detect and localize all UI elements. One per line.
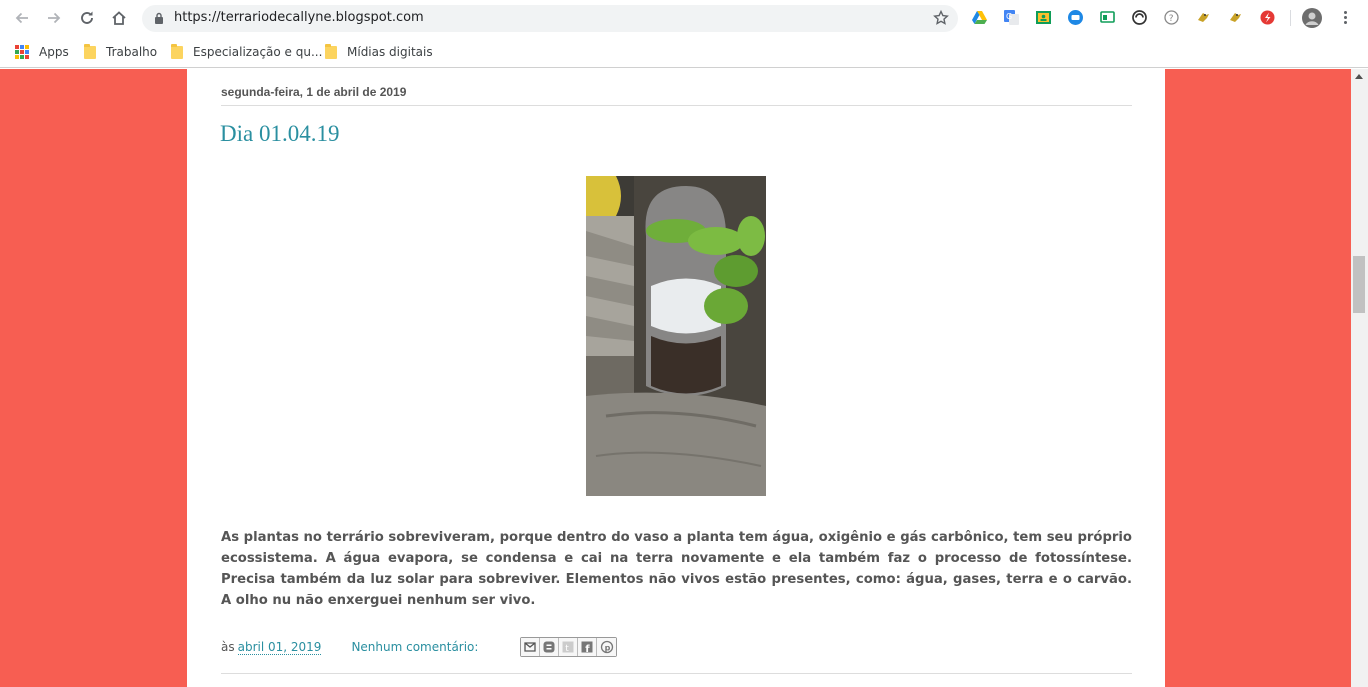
toolbar-separator	[1290, 10, 1291, 26]
svg-text:G: G	[1006, 12, 1012, 21]
browser-toolbar: https://terrariodecallyne.blogspot.com G…	[0, 0, 1368, 36]
post-body: As plantas no terrário sobreviveram, por…	[221, 530, 1132, 608]
blog-page: segunda-feira, 1 de abril de 2019 Dia 01…	[0, 69, 1351, 687]
bookmark-especializacao[interactable]: Especialização e qu...	[171, 43, 322, 61]
meet-extension-icon[interactable]	[1067, 9, 1084, 26]
post-timestamp-link[interactable]: abril 01, 2019	[237, 640, 322, 655]
bookmark-apps[interactable]: Apps	[15, 43, 69, 61]
lock-icon	[155, 12, 163, 24]
bookmark-trabalho[interactable]: Trabalho	[84, 43, 157, 61]
svg-text:f: f	[586, 644, 591, 654]
post-title[interactable]: Dia 01.04.19	[220, 121, 339, 147]
scroll-up-arrow-icon[interactable]	[1355, 74, 1363, 79]
bird-extension-icon[interactable]	[1195, 9, 1212, 26]
reload-icon[interactable]	[76, 7, 98, 29]
google-translate-icon[interactable]: G	[1003, 9, 1020, 26]
terrarium-photo-image	[586, 176, 766, 496]
divider	[221, 105, 1132, 106]
help-extension-icon[interactable]: ?	[1163, 9, 1180, 26]
divider	[221, 673, 1132, 674]
bookmark-midias-digitais[interactable]: Mídias digitais	[325, 43, 433, 61]
svg-text:p: p	[605, 644, 611, 653]
post-column: segunda-feira, 1 de abril de 2019 Dia 01…	[187, 69, 1165, 687]
post-footer: às abril 01, 2019 Nenhum comentário: t f…	[221, 637, 618, 657]
google-classroom-icon[interactable]	[1035, 9, 1052, 26]
address-bar[interactable]: https://terrariodecallyne.blogspot.com	[142, 5, 958, 32]
forward-icon[interactable]	[43, 7, 65, 29]
back-icon[interactable]	[11, 7, 33, 29]
folder-icon	[171, 43, 183, 59]
blogger-share-icon[interactable]	[540, 638, 560, 656]
bookmark-label: Apps	[39, 45, 69, 59]
svg-text:t: t	[566, 644, 570, 654]
bookmarks-bar: Apps Trabalho Especialização e qu... Míd…	[0, 36, 1368, 68]
bookmark-star-icon[interactable]	[932, 9, 950, 27]
timestamp-prefix: às	[221, 640, 235, 654]
facebook-share-icon[interactable]: f	[578, 638, 598, 656]
twitter-share-icon[interactable]: t	[559, 638, 579, 656]
date-header: segunda-feira, 1 de abril de 2019	[221, 85, 407, 99]
pinterest-share-icon[interactable]: p	[597, 638, 617, 656]
google-drive-icon[interactable]	[971, 9, 988, 26]
scrollbar-thumb[interactable]	[1353, 256, 1365, 313]
email-share-icon[interactable]	[521, 638, 541, 656]
bookmark-label: Trabalho	[106, 45, 158, 59]
comments-link[interactable]: Nenhum comentário:	[351, 640, 478, 654]
url-text: https://terrariodecallyne.blogspot.com	[174, 10, 424, 25]
bookmark-label: Especialização e qu...	[193, 45, 323, 59]
share-buttons: t f p	[520, 637, 618, 657]
svg-text:?: ?	[1169, 14, 1174, 24]
cast-icon[interactable]	[1099, 9, 1116, 26]
profile-avatar-icon[interactable]	[1302, 8, 1322, 28]
post-photo[interactable]	[586, 176, 766, 496]
flash-block-icon[interactable]	[1259, 9, 1276, 26]
bookmark-label: Mídias digitais	[347, 45, 433, 59]
page-scrollbar[interactable]	[1351, 69, 1368, 687]
apps-grid-icon	[15, 45, 29, 59]
tampermonkey-icon[interactable]	[1131, 9, 1148, 26]
bird-extension-icon-2[interactable]	[1227, 9, 1244, 26]
home-icon[interactable]	[108, 7, 130, 29]
chrome-menu-icon[interactable]	[1337, 9, 1354, 26]
folder-icon	[84, 43, 96, 59]
folder-icon	[325, 43, 337, 59]
